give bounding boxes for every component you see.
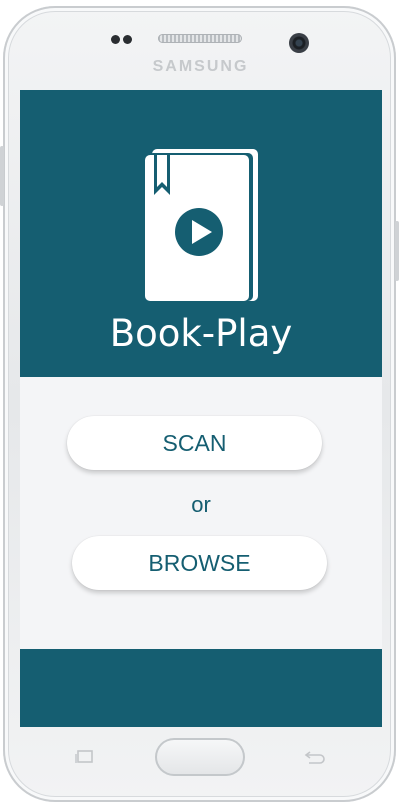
volume-button xyxy=(0,146,4,206)
light-sensor xyxy=(123,35,132,44)
back-icon[interactable] xyxy=(303,750,325,764)
app-header: Book-Play xyxy=(20,90,382,377)
device-brand: SAMSUNG xyxy=(152,58,249,75)
phone-top-bezel: SAMSUNG xyxy=(0,0,401,90)
recent-apps-icon[interactable] xyxy=(75,750,95,764)
or-separator: or xyxy=(191,492,211,517)
browse-button[interactable]: BROWSE xyxy=(72,536,327,590)
power-button xyxy=(395,221,399,281)
book-play-icon xyxy=(145,149,258,301)
front-camera xyxy=(289,33,309,53)
earpiece-speaker xyxy=(158,34,242,43)
proximity-sensor xyxy=(111,35,120,44)
home-button[interactable] xyxy=(155,738,245,776)
app-title: Book-Play xyxy=(109,312,293,355)
footer-bar xyxy=(20,649,382,727)
scan-button[interactable]: SCAN xyxy=(67,416,322,470)
app-screen: Book-Play SCAN or BROWSE xyxy=(20,90,382,727)
